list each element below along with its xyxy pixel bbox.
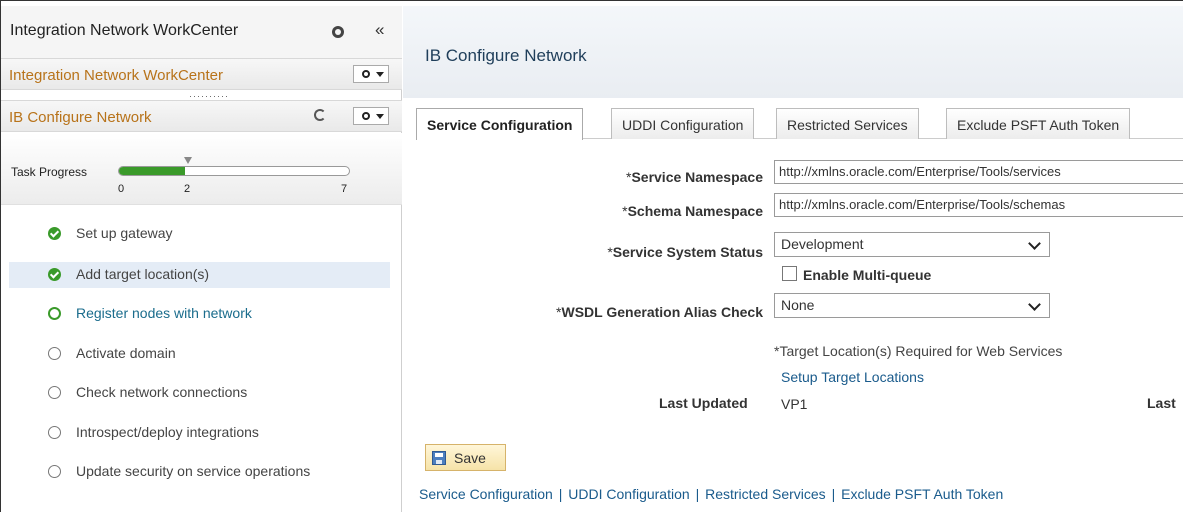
chevron-down-icon xyxy=(1028,298,1041,311)
task-progress: Task Progress 0 2 7 xyxy=(1,133,402,205)
task-label: Activate domain xyxy=(76,345,176,361)
task-item-activate-domain[interactable]: Activate domain xyxy=(1,341,391,367)
progress-tick-max: 7 xyxy=(341,183,348,195)
empty-circle-icon xyxy=(48,465,61,478)
link-separator: | xyxy=(558,486,563,502)
wsdl-alias-select[interactable]: None xyxy=(774,293,1050,318)
pagelet-header-workcenter: Integration Network WorkCenter xyxy=(1,58,402,90)
current-step-circle-icon xyxy=(48,307,61,320)
service-system-status-value: Development xyxy=(781,236,864,252)
pagelet-title[interactable]: Integration Network WorkCenter xyxy=(9,67,223,84)
service-namespace-label-text: Service Namespace xyxy=(631,169,763,185)
task-label: Introspect/deploy integrations xyxy=(76,424,259,440)
tab-service-configuration[interactable]: Service Configuration xyxy=(416,108,584,140)
options-icon xyxy=(362,70,370,78)
gear-icon[interactable] xyxy=(332,26,344,38)
wsdl-alias-label-text: WSDL Generation Alias Check xyxy=(561,304,764,320)
refresh-icon[interactable] xyxy=(314,109,326,121)
pagelet-options-button[interactable] xyxy=(353,65,389,83)
link-separator: | xyxy=(831,486,836,502)
task-item-setup-gateway[interactable]: Set up gateway xyxy=(1,221,391,247)
enable-multi-queue-label[interactable]: Enable Multi-queue xyxy=(803,267,931,283)
chevron-down-icon xyxy=(376,72,384,77)
service-namespace-label: *Service Namespace xyxy=(598,169,763,185)
progress-tick-current: 2 xyxy=(184,183,191,195)
task-item-check-connections[interactable]: Check network connections xyxy=(1,380,391,406)
task-item-introspect-deploy[interactable]: Introspect/deploy integrations xyxy=(1,420,391,446)
service-system-status-label-text: Service System Status xyxy=(612,244,763,260)
save-button-label: Save xyxy=(454,450,486,466)
bottom-link-exclude-psft-auth-token[interactable]: Exclude PSFT Auth Token xyxy=(841,486,1003,502)
target-location-note: *Target Location(s) Required for Web Ser… xyxy=(774,343,1063,359)
options-icon xyxy=(362,112,370,120)
task-item-add-target-locations[interactable]: Add target location(s) xyxy=(9,262,390,288)
chevron-down-icon xyxy=(1028,237,1041,250)
bottom-link-uddi-configuration[interactable]: UDDI Configuration xyxy=(568,486,689,502)
enable-multi-queue-checkbox[interactable] xyxy=(782,266,797,281)
schema-namespace-label: *Schema Namespace xyxy=(598,203,763,219)
resize-grip[interactable]: ·········· xyxy=(189,92,229,101)
tab-restricted-services[interactable]: Restricted Services xyxy=(776,108,919,139)
check-circle-icon xyxy=(48,268,61,281)
link-separator: | xyxy=(695,486,700,502)
bottom-link-service-configuration[interactable]: Service Configuration xyxy=(419,486,553,502)
task-progress-fill xyxy=(119,167,185,175)
pagelet-header-configure-network: IB Configure Network xyxy=(1,100,402,132)
task-label: Set up gateway xyxy=(76,225,173,241)
setup-target-locations-link[interactable]: Setup Target Locations xyxy=(781,369,924,385)
workcenter-title: Integration Network WorkCenter xyxy=(10,22,239,39)
check-circle-icon xyxy=(48,227,61,240)
last-updated-value: VP1 xyxy=(781,396,808,412)
tab-exclude-psft-auth-token[interactable]: Exclude PSFT Auth Token xyxy=(946,108,1131,139)
empty-circle-icon xyxy=(48,426,61,439)
last-updated-label-right: Last xyxy=(1147,395,1176,411)
progress-marker-icon xyxy=(184,157,192,164)
tab-uddi-configuration[interactable]: UDDI Configuration xyxy=(611,108,755,139)
chevron-down-icon xyxy=(376,114,384,119)
save-button[interactable]: Save xyxy=(425,444,506,471)
bottom-link-restricted-services[interactable]: Restricted Services xyxy=(705,486,826,502)
task-label: Check network connections xyxy=(76,384,248,400)
pagelet-title-configure-network[interactable]: IB Configure Network xyxy=(9,109,152,126)
collapse-panel-icon[interactable]: « xyxy=(375,20,384,40)
task-label: Add target location(s) xyxy=(76,266,210,282)
task-label: Update security on service operations xyxy=(76,463,311,479)
task-item-register-nodes[interactable]: Register nodes with network xyxy=(1,301,391,327)
workcenter-header: Integration Network WorkCenter « xyxy=(1,6,402,58)
tab-bar: Service Configuration UDDI Configuration… xyxy=(416,105,1183,140)
progress-tick-min: 0 xyxy=(118,183,125,195)
service-namespace-input[interactable]: http://xmlns.oracle.com/Enterprise/Tools… xyxy=(774,160,1183,184)
page-header: IB Configure Network xyxy=(403,6,1183,98)
main-content: IB Configure Network Service Configurati… xyxy=(403,6,1183,512)
schema-namespace-input[interactable]: http://xmlns.oracle.com/Enterprise/Tools… xyxy=(774,193,1183,217)
service-system-status-select[interactable]: Development xyxy=(774,232,1050,257)
wsdl-alias-value: None xyxy=(781,297,815,313)
service-system-status-label: *Service System Status xyxy=(563,244,763,260)
last-updated-label: Last Updated xyxy=(659,395,748,411)
pagelet-options-button-2[interactable] xyxy=(353,107,389,125)
task-label: Register nodes with network xyxy=(76,305,252,321)
wsdl-alias-label: *WSDL Generation Alias Check xyxy=(503,304,763,320)
bottom-tab-links: Service Configuration | UDDI Configurati… xyxy=(419,486,1003,502)
empty-circle-icon xyxy=(48,386,61,399)
task-progress-label: Task Progress xyxy=(11,165,88,179)
empty-circle-icon xyxy=(48,347,61,360)
floppy-disk-icon xyxy=(432,451,446,465)
page-title: IB Configure Network xyxy=(425,46,587,65)
task-item-update-security[interactable]: Update security on service operations xyxy=(1,459,391,485)
schema-namespace-label-text: Schema Namespace xyxy=(627,203,763,219)
task-progress-bar xyxy=(118,166,350,176)
workcenter-panel: Integration Network WorkCenter « Integra… xyxy=(1,6,402,512)
